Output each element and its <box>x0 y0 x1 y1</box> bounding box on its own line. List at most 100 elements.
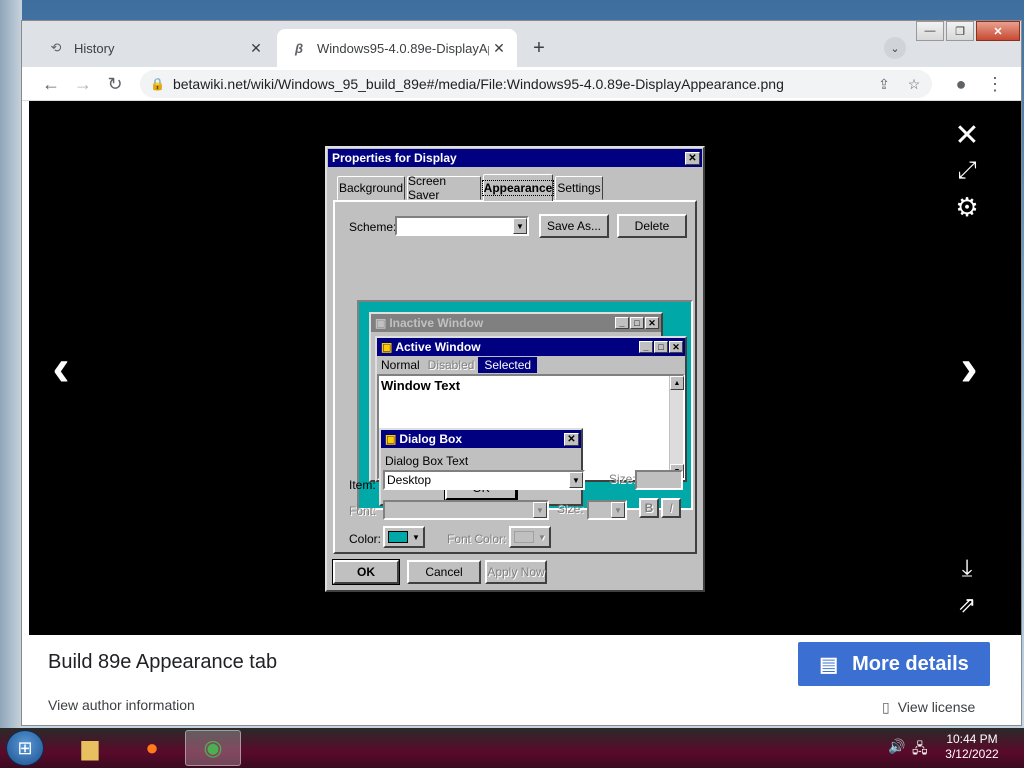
reload-icon[interactable]: ↻ <box>102 71 128 97</box>
previous-image-chevron-icon[interactable]: ‹ <box>41 339 81 397</box>
tab-windows95-image[interactable]: β Windows95-4.0.89e-DisplayAppe ✕ <box>277 29 517 67</box>
back-arrow-icon[interactable]: ← <box>38 71 64 97</box>
window-icon: ▣ <box>375 316 387 330</box>
lock-icon: 🔒 <box>150 77 165 91</box>
italic-button: I <box>661 498 681 518</box>
menu-disabled: Disabled <box>427 358 475 372</box>
system-clock[interactable]: 10:44 PM 3/12/2022 <box>940 732 1004 762</box>
tab-screen-saver[interactable]: Screen Saver <box>407 174 481 202</box>
font-label: Font: <box>349 504 377 518</box>
font-color-button: ▼ <box>509 526 551 548</box>
close-viewer-icon[interactable]: ✕ <box>949 117 985 153</box>
item-dropdown[interactable]: Desktop ▼ <box>383 470 585 490</box>
profile-avatar-icon[interactable]: ● <box>948 71 974 97</box>
dropdown-arrow-icon: ▼ <box>412 532 420 542</box>
tab-history[interactable]: ⟲ History ✕ <box>34 29 274 67</box>
color-swatch <box>388 531 409 543</box>
new-tab-button[interactable]: + <box>527 36 551 60</box>
apply-now-button: Apply Now <box>485 560 547 584</box>
window-maximize-button[interactable]: ❐ <box>946 21 974 41</box>
speaker-icon[interactable]: 🔊 <box>888 738 905 755</box>
menu-selected: Selected <box>478 357 538 373</box>
expand-icon[interactable]: ⤢ <box>949 153 985 189</box>
document-icon: ▤ <box>819 653 839 676</box>
menu-normal: Normal <box>381 358 420 372</box>
dropdown-arrow-icon[interactable]: ▼ <box>513 218 527 234</box>
dialog-close-icon[interactable]: ✕ <box>685 151 700 165</box>
share-icon[interactable]: ⇗ <box>949 587 985 623</box>
dialog-box-title-bar: ▣ Dialog Box ✕ <box>381 430 581 448</box>
item-value: Desktop <box>387 473 432 487</box>
firefox-icon[interactable]: ● <box>124 730 180 766</box>
chrome-icon[interactable]: ◉ <box>185 730 241 766</box>
tab-appearance[interactable]: Appearance <box>481 174 555 201</box>
file-explorer-icon[interactable]: ▆ <box>62 730 118 766</box>
start-button[interactable]: ⊞ <box>6 730 44 766</box>
tab-background[interactable]: Background <box>337 176 405 200</box>
address-bar[interactable]: 🔒 betawiki.net/wiki/Windows_95_build_89e… <box>140 70 932 98</box>
font-size-label: Size: <box>557 502 584 516</box>
dialog-box-preview: ▣ Dialog Box ✕ Dialog Box Text OK <box>379 428 583 506</box>
dialog-title: Properties for Display <box>332 151 457 165</box>
betawiki-favicon: β <box>294 40 304 56</box>
close-tab-icon[interactable]: ✕ <box>489 38 509 58</box>
size-label: Size: <box>609 472 636 486</box>
tab-strip: ⟲ History ✕ β Windows95-4.0.89e-DisplayA… <box>22 21 1021 67</box>
color-label: Color: <box>349 532 382 546</box>
dropdown-arrow-icon: ▼ <box>611 502 625 518</box>
delete-button[interactable]: Delete <box>617 214 687 238</box>
view-author-link[interactable]: View author information <box>48 697 195 713</box>
inactive-title-bar: ▣ Inactive Window _ □ ✕ <box>371 314 661 332</box>
bookmark-icon: ▯ <box>882 699 890 715</box>
view-license-link[interactable]: ▯ View license <box>882 699 975 716</box>
font-dropdown: ▼ <box>383 500 549 520</box>
font-color-swatch <box>514 531 535 543</box>
tab-appearance-label: Appearance <box>481 180 555 196</box>
bold-button: B <box>639 498 659 518</box>
window-close-button[interactable]: ✕ <box>976 21 1020 41</box>
bookmark-star-icon[interactable]: ☆ <box>902 76 926 93</box>
gear-icon[interactable]: ⚙ <box>949 189 985 225</box>
more-details-button[interactable]: ▤ More details <box>798 642 990 686</box>
history-icon: ⟲ <box>50 40 62 55</box>
menu-kebab-icon[interactable]: ⋮ <box>982 71 1008 97</box>
scheme-label: Scheme: <box>349 220 397 234</box>
view-license-label: View license <box>897 699 976 715</box>
tab-settings[interactable]: Settings <box>555 176 603 200</box>
window-buttons: _ □ ✕ <box>615 317 659 329</box>
save-as-button[interactable]: Save As... <box>539 214 609 238</box>
media-viewer: ‹ › ✕ ⤢ ⚙ ⤓ ⇗ Properties for Display ✕ B… <box>29 101 1021 635</box>
window-text: Window Text <box>381 378 461 393</box>
close-tab-icon[interactable]: ✕ <box>246 38 266 58</box>
item-label: Item: <box>349 478 376 492</box>
next-image-chevron-icon[interactable]: › <box>949 339 989 397</box>
desktop-edge <box>0 0 22 730</box>
window-icon: ▣ <box>381 340 393 354</box>
clock-date: 3/12/2022 <box>945 747 999 761</box>
network-icon[interactable]: 🖧 <box>912 738 928 762</box>
font-color-label: Font Color: <box>447 532 507 546</box>
cancel-button[interactable]: Cancel <box>407 560 481 584</box>
dialog-box-text: Dialog Box Text <box>385 454 469 468</box>
scheme-dropdown[interactable]: ▼ <box>395 216 529 236</box>
clock-time: 10:44 PM <box>946 732 998 746</box>
download-icon[interactable]: ⤓ <box>949 551 985 587</box>
tab-windows95-label: Windows95-4.0.89e-DisplayAppe <box>317 40 489 56</box>
menu-bar-preview: Normal Disabled Selected <box>377 356 685 374</box>
forward-arrow-icon[interactable]: → <box>70 71 96 97</box>
taskbar: ⊞ ▆ ● ◉ 🔊 🖧 10:44 PM 3/12/2022 <box>0 728 1024 768</box>
share-icon[interactable]: ⇪ <box>872 76 896 93</box>
active-title-bar: ▣ Active Window _ □ ✕ <box>377 338 685 356</box>
browser-toolbar: ← → ↻ 🔒 betawiki.net/wiki/Windows_95_bui… <box>22 67 1021 101</box>
color-picker-button[interactable]: ▼ <box>383 526 425 548</box>
more-details-label: More details <box>852 652 969 675</box>
ok-button[interactable]: OK <box>332 559 400 585</box>
window-minimize-button[interactable]: — <box>916 21 944 41</box>
windows-logo-icon: ⊞ <box>17 737 33 758</box>
dropdown-arrow-icon[interactable]: ▼ <box>569 472 583 488</box>
dropdown-arrow-icon: ▼ <box>533 502 547 518</box>
active-title: Active Window <box>395 340 481 354</box>
tab-search-chevron-icon[interactable]: ⌄ <box>884 37 906 59</box>
dropdown-arrow-icon: ▼ <box>538 532 546 542</box>
display-properties-dialog: Properties for Display ✕ Background Scre… <box>325 146 705 592</box>
